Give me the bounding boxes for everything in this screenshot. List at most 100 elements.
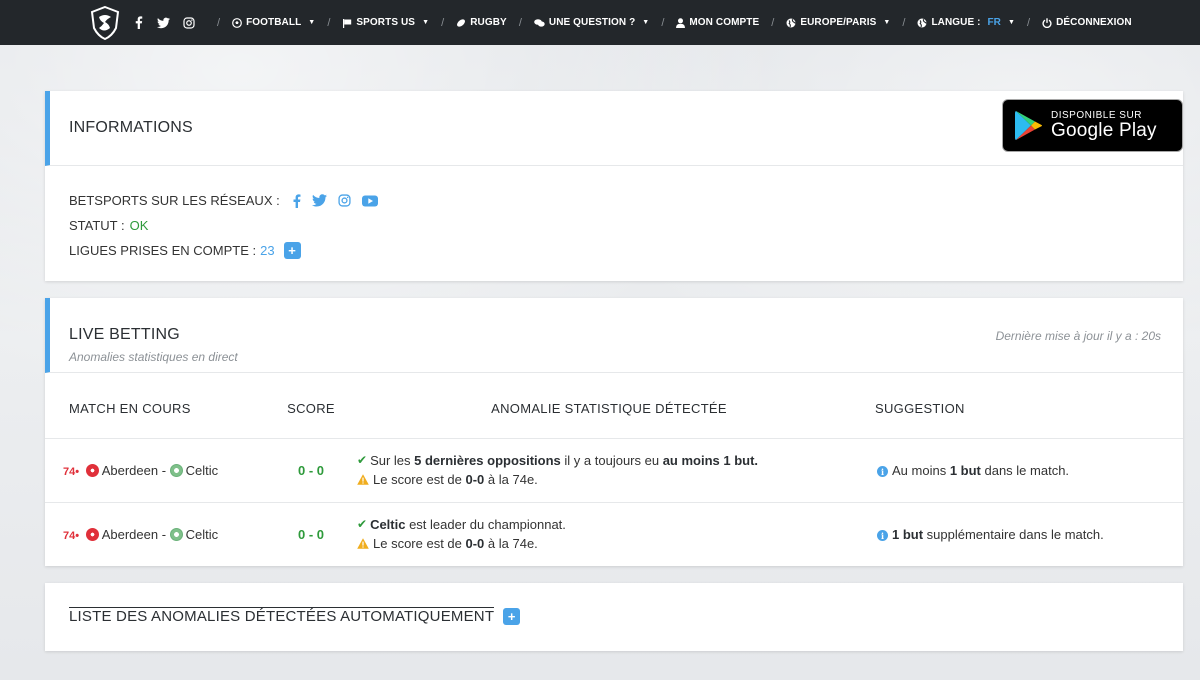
rugby-ball-icon bbox=[457, 18, 466, 27]
status-row: Statut : OK bbox=[69, 213, 1159, 238]
table-row[interactable]: 74• Aberdeen - Celtic 0 - 0 ✔ Sur les 5 … bbox=[45, 438, 1183, 503]
youtube-icon[interactable] bbox=[361, 195, 378, 207]
live-minute: 74• bbox=[63, 529, 80, 542]
nav-item-compte-label: Mon compte bbox=[689, 17, 760, 28]
warning-icon bbox=[357, 474, 369, 485]
live-betting-header: Live Betting Anomalies statistiques en d… bbox=[45, 298, 1183, 373]
home-team: Aberdeen bbox=[101, 462, 159, 478]
last-update-text: Dernière mise à jour il y a : 20s bbox=[995, 329, 1161, 343]
chat-icon bbox=[534, 18, 545, 27]
anomaly-text: Le score est de bbox=[373, 472, 466, 487]
nav-separator: / bbox=[518, 16, 522, 29]
google-play-badge[interactable]: DISPONIBLE SUR Google Play bbox=[1002, 99, 1183, 152]
top-navbar: / Football ▼ / Sports US ▼ / Rugby / Une… bbox=[0, 0, 1200, 45]
info-icon: i bbox=[877, 530, 888, 542]
warning-icon bbox=[357, 538, 369, 549]
facebook-icon[interactable] bbox=[132, 16, 145, 29]
check-icon: ✔ bbox=[357, 517, 368, 532]
aberdeen-crest-icon bbox=[85, 463, 99, 477]
info-icon: i bbox=[877, 466, 888, 477]
chevron-down-icon: ▼ bbox=[883, 19, 891, 26]
leagues-count: 23 bbox=[260, 243, 275, 258]
nav-item-timezone-label: Europe/Paris bbox=[800, 17, 877, 28]
live-matches-table: Match en cours Score Anomalie statistiqu… bbox=[45, 373, 1183, 566]
site-logo[interactable] bbox=[90, 5, 120, 40]
celtic-crest-icon bbox=[169, 463, 183, 477]
suggestion-cell: i 1 but supplémentaire dans le match. bbox=[875, 502, 1183, 566]
header-score: Score bbox=[267, 373, 355, 439]
nav-separator: / bbox=[217, 16, 221, 29]
anomaly-bold: 5 dernières oppositions bbox=[414, 453, 561, 468]
top-social-links bbox=[132, 16, 195, 29]
nav-separator: / bbox=[441, 16, 445, 29]
table-row[interactable]: 74• Aberdeen - Celtic 0 - 0 ✔ Celtic est… bbox=[45, 502, 1183, 566]
nav-item-question-label: Une question ? bbox=[548, 17, 636, 28]
networks-label: Betsports sur les réseaux : bbox=[69, 193, 280, 208]
check-icon: ✔ bbox=[357, 453, 368, 467]
networks-row: Betsports sur les réseaux : bbox=[69, 188, 1159, 213]
nav-item-langue[interactable]: Langue : FR ▼ bbox=[917, 17, 1015, 28]
anomaly-text: à la 74e. bbox=[484, 536, 538, 552]
nav-item-logout[interactable]: Déconnexion bbox=[1042, 17, 1132, 28]
nav-item-sports-us-label: Sports US bbox=[356, 17, 416, 28]
anomaly-cell: ✔ Sur les 5 dernières oppositions il y a… bbox=[355, 438, 875, 503]
facebook-icon[interactable] bbox=[293, 193, 301, 208]
informations-body: Betsports sur les réseaux : Statut : OK … bbox=[45, 166, 1183, 285]
google-play-big-text: Google Play bbox=[1051, 119, 1157, 141]
leagues-row: Ligues prises en compte : 23 + bbox=[69, 238, 1159, 263]
team-separator: - bbox=[158, 462, 170, 478]
instagram-icon[interactable] bbox=[338, 194, 351, 207]
nav-separator: / bbox=[661, 16, 665, 29]
google-play-icon bbox=[1015, 111, 1042, 140]
anomaly-text: Le score est de bbox=[373, 536, 466, 552]
twitter-icon[interactable] bbox=[311, 194, 327, 207]
power-icon bbox=[1042, 17, 1052, 28]
anomaly-line-1: ✔ Sur les 5 dernières oppositions il y a… bbox=[355, 451, 875, 470]
away-team: Celtic bbox=[185, 462, 219, 478]
globe-icon bbox=[786, 18, 797, 27]
match-score: 0 - 0 bbox=[297, 462, 324, 478]
chevron-down-icon: ▼ bbox=[1008, 19, 1016, 26]
header-anomaly: Anomalie statistique détectée bbox=[355, 373, 875, 439]
nav-item-football-label: Football bbox=[246, 17, 302, 28]
score-cell: 0 - 0 bbox=[267, 502, 355, 566]
home-team: Aberdeen bbox=[101, 526, 159, 542]
nav-separator: / bbox=[327, 16, 331, 29]
nav-item-football[interactable]: Football ▼ bbox=[232, 17, 315, 28]
expand-leagues-button[interactable]: + bbox=[283, 242, 301, 259]
nav-item-question[interactable]: Une question ? ▼ bbox=[534, 17, 649, 28]
chevron-down-icon: ▼ bbox=[642, 19, 650, 26]
suggestion-cell: i Au moins 1 but dans le match. bbox=[875, 438, 1183, 503]
score-cell: 0 - 0 bbox=[267, 438, 355, 503]
nav-item-compte[interactable]: Mon compte bbox=[676, 17, 759, 28]
nav-separator: / bbox=[771, 16, 775, 29]
anomaly-line-1: ✔ Celtic est leader du championnat. bbox=[355, 515, 875, 534]
anomaly-text: est leader du championnat. bbox=[405, 517, 566, 533]
leagues-label: Ligues prises en compte : bbox=[69, 243, 257, 258]
anomaly-bold: Celtic bbox=[370, 517, 406, 533]
anomalies-list-title: Liste des anomalies détectées automatiqu… bbox=[69, 607, 495, 625]
table-header-row: Match en cours Score Anomalie statistiqu… bbox=[45, 373, 1183, 439]
nav-item-sports-us[interactable]: Sports US ▼ bbox=[342, 17, 429, 28]
globe-icon bbox=[917, 18, 928, 27]
language-code: FR bbox=[987, 17, 1001, 28]
match-score: 0 - 0 bbox=[297, 526, 324, 542]
anomaly-text: Sur les bbox=[370, 453, 415, 468]
suggestion-bold: 1 but bbox=[949, 462, 981, 478]
instagram-icon[interactable] bbox=[182, 16, 195, 29]
twitter-icon[interactable] bbox=[157, 16, 170, 29]
live-minute: 74• bbox=[63, 465, 80, 478]
nav-item-timezone[interactable]: Europe/Paris ▼ bbox=[786, 17, 890, 28]
anomaly-bold: . bbox=[754, 453, 759, 468]
expand-anomalies-button[interactable]: + bbox=[503, 608, 521, 625]
match-cell: 74• Aberdeen - Celtic bbox=[45, 502, 267, 566]
anomaly-bold: 0-0 bbox=[465, 472, 485, 487]
anomaly-cell: ✔ Celtic est leader du championnat. Le s… bbox=[355, 502, 875, 566]
informations-card: Informations DISPONIBLE SUR Google Play … bbox=[45, 91, 1183, 281]
live-betting-card: Live Betting Anomalies statistiques en d… bbox=[45, 298, 1183, 566]
header-suggestion: Suggestion bbox=[875, 373, 1183, 439]
nav-item-rugby[interactable]: Rugby bbox=[456, 17, 507, 28]
chevron-down-icon: ▼ bbox=[422, 19, 430, 26]
informations-header: Informations DISPONIBLE SUR Google Play bbox=[45, 91, 1183, 166]
nav-item-rugby-label: Rugby bbox=[470, 17, 507, 28]
